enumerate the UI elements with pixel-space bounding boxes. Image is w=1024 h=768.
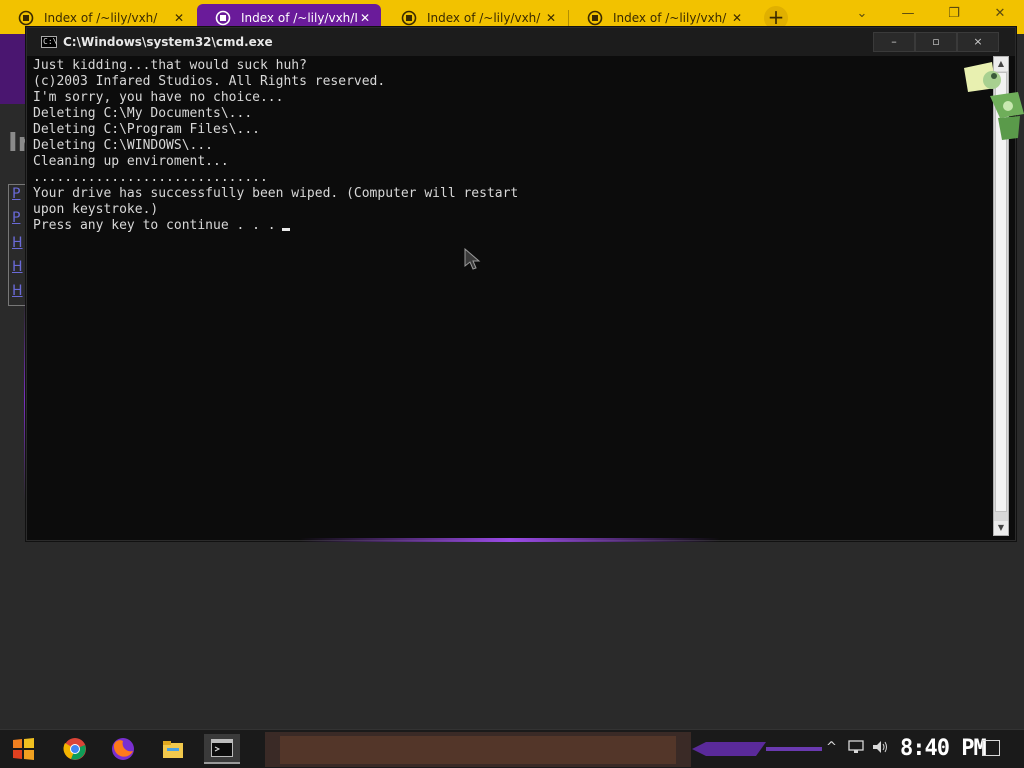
notification-center-icon[interactable] [982, 740, 1000, 756]
volume-icon[interactable] [872, 740, 890, 758]
file-explorer-icon[interactable] [158, 734, 188, 764]
cmd-title-bar[interactable]: C:\ C:\Windows\system32\cmd.exe – ▫ × [27, 28, 1015, 56]
browser-link[interactable]: H [12, 259, 23, 275]
window-glow [300, 538, 720, 542]
cmd-close-button[interactable]: × [957, 32, 999, 52]
wallpaper-image [280, 736, 676, 764]
console-prompt-text: Press any key to continue . . . [33, 218, 276, 233]
browser-link[interactable]: H [12, 235, 23, 251]
browser-link[interactable]: P [12, 186, 20, 202]
cmd-taskbar-icon[interactable] [204, 734, 240, 764]
tab-title: Index of /~lily/vxh/ [427, 11, 541, 25]
site-favicon-icon [18, 10, 34, 26]
cmd-icon: C:\ [41, 36, 58, 48]
console-prompt-line: Press any key to continue . . . [33, 218, 993, 234]
console-line: (c)2003 Infared Studios. All Rights rese… [33, 74, 386, 89]
tab-close-icon[interactable]: ✕ [729, 11, 745, 25]
site-favicon-icon [401, 10, 417, 26]
taskbar-clock[interactable]: 8:40 PM [900, 736, 987, 761]
tab-close-icon[interactable]: ✕ [357, 11, 373, 25]
firefox-icon[interactable] [108, 734, 138, 764]
tab-title: Index of /~lily/vxh/ [613, 11, 727, 25]
desktop: Ir P P H H H Index of /~lily/vxh/ ✕ Inde… [0, 0, 1024, 768]
tab-title: Index of /~lily/vxh/I [241, 11, 357, 25]
console-line: Deleting C:\My Documents\... [33, 106, 253, 121]
console-line: upon keystroke.) [33, 202, 159, 217]
console-line: Cleaning up enviroment... [33, 154, 229, 169]
text-cursor [281, 228, 290, 231]
browser-link[interactable]: P [12, 210, 20, 226]
site-favicon-icon [587, 10, 603, 26]
site-favicon-icon [215, 10, 231, 26]
tray-expand-icon[interactable]: ^ [826, 740, 837, 755]
taskbar-wallpaper-preview [265, 732, 691, 767]
window-restore-button[interactable]: ❐ [942, 6, 966, 21]
cmd-window-title: C:\Windows\system32\cmd.exe [63, 35, 273, 49]
cmd-window[interactable]: C:\ C:\Windows\system32\cmd.exe – ▫ × Ju… [26, 27, 1016, 541]
cmd-maximize-button[interactable]: ▫ [915, 32, 957, 52]
tab-close-icon[interactable]: ✕ [543, 11, 559, 25]
scroll-down-arrow-icon[interactable]: ▼ [994, 521, 1008, 535]
window-minimize-button[interactable]: — [896, 6, 920, 21]
console-output[interactable]: Just kidding...that would suck huh? (c)2… [33, 58, 993, 538]
console-line: I'm sorry, you have no choice... [33, 90, 284, 105]
cmd-minimize-button[interactable]: – [873, 32, 915, 52]
tab-title: Index of /~lily/vxh/ [44, 11, 158, 25]
console-line: Deleting C:\WINDOWS\... [33, 138, 214, 153]
tab-close-icon[interactable]: ✕ [171, 11, 187, 25]
console-line: Just kidding...that would suck huh? [33, 58, 307, 73]
console-line: .............................. [33, 170, 268, 185]
browser-link[interactable]: H [12, 283, 23, 299]
chrome-icon[interactable] [60, 734, 90, 764]
tab-search-dropdown-icon[interactable]: ⌄ [850, 6, 874, 21]
network-icon[interactable] [848, 740, 864, 758]
browser-nav-strip [0, 34, 26, 104]
taskbar-decoration [692, 742, 822, 756]
console-line: Deleting C:\Program Files\... [33, 122, 260, 137]
start-icon[interactable] [8, 734, 38, 764]
console-line: Your drive has successfully been wiped. … [33, 186, 519, 201]
cmd-window-controls: – ▫ × [873, 32, 999, 52]
desktop-character-icon [958, 58, 1024, 148]
window-close-button[interactable]: ✕ [988, 6, 1012, 21]
taskbar: ^ 8:40 PM [0, 729, 1024, 768]
